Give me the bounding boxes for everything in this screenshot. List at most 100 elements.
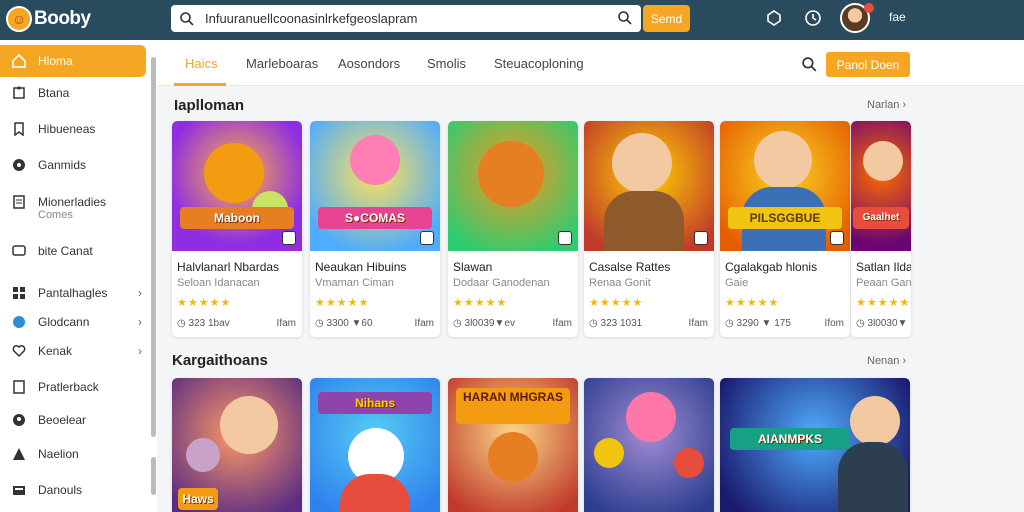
game-subtitle: Peaan Gan [856, 277, 911, 289]
game-card[interactable]: Maboon Halvlanarl Nbardas Seloan Idanaca… [172, 121, 302, 337]
game-card[interactable] [584, 378, 714, 512]
sidebar-item-hibueneas[interactable]: Hibueneas [0, 122, 146, 136]
game-thumbnail [584, 378, 714, 512]
game-subtitle: Gaie [725, 277, 749, 289]
character-illustration [626, 392, 676, 442]
game-thumbnail: Gaalhet [851, 121, 911, 251]
sidebar-item-home[interactable]: Hloma [0, 45, 146, 77]
active-tab-indicator [174, 83, 226, 86]
sidebar-scrollbar-thumb[interactable] [151, 57, 156, 437]
game-thumbnail [448, 121, 578, 251]
game-banner-text: HARAN MHGRAS [456, 388, 570, 424]
sidebar-item-label: Naelion [38, 447, 79, 461]
sidebar-item-label: bite Canat [38, 244, 93, 258]
character-illustration [204, 143, 264, 203]
chevron-right-icon: › [138, 344, 142, 358]
sidebar-item-label: Pantalhagles [38, 286, 108, 300]
game-action-link[interactable]: Ifam [689, 318, 708, 329]
character-body [838, 442, 908, 512]
sidebar-item-main-label: Mionerladies [38, 195, 107, 209]
game-stats: ◷ 3290 ▼ 175 [725, 318, 791, 329]
search-bar [171, 5, 641, 32]
character-body [340, 474, 410, 512]
game-subtitle: Vmaman Ciman [315, 277, 394, 289]
sidebar-item-label: Hloma [38, 54, 73, 68]
rating-stars: ★★★★★ [725, 297, 780, 309]
game-card[interactable]: Gaalhet Satlan Ilda Peaan Gan ★★★★★ ◷ 3l… [851, 121, 911, 337]
search-submit-icon[interactable] [617, 10, 633, 26]
game-banner-text: Maboon [180, 207, 294, 229]
sidebar-item-pratlerback[interactable]: Pratlerback [0, 380, 146, 394]
game-stats: ◷ 3l0039▼ev [453, 318, 515, 329]
app-logo[interactable]: ☺ Booby [6, 6, 91, 32]
game-card[interactable]: Nihans [310, 378, 440, 512]
logo-mark-icon: ☺ [6, 6, 32, 32]
bookmark-icon [14, 122, 24, 136]
section-more-link[interactable]: Narlan › [867, 99, 906, 111]
game-title: Neaukan Hibuins [315, 260, 407, 274]
puzzle-icon [13, 86, 25, 99]
heart-icon [12, 345, 26, 358]
sidebar-item-kenak[interactable]: Kenak › [0, 344, 146, 358]
character-illustration [220, 396, 278, 454]
tab-marleboaras[interactable]: Marleboaras [246, 56, 318, 71]
globe-icon [13, 316, 25, 328]
tab-steuacoploning[interactable]: Steuacoploning [494, 56, 584, 71]
character-illustration [863, 141, 903, 181]
game-banner-text: Nihans [318, 392, 432, 414]
game-action-link[interactable]: Ifam [277, 318, 296, 329]
avatar-badge [864, 3, 874, 13]
character-illustration [478, 141, 544, 207]
game-thumbnail: S●COMAS [310, 121, 440, 251]
sidebar-item-pantalhagles[interactable]: Pantalhagles › [0, 286, 146, 300]
clock-icon[interactable] [803, 8, 823, 28]
search-send-button[interactable]: Semd [643, 5, 690, 32]
game-card[interactable]: S●COMAS Neaukan Hibuins Vmaman Ciman ★★★… [310, 121, 440, 337]
game-card[interactable]: HARAN MHGRAS [448, 378, 578, 512]
game-thumbnail: PILSGGBUE [720, 121, 850, 251]
game-icon [13, 159, 25, 171]
game-card[interactable]: Haws [172, 378, 302, 512]
grid-icon [13, 287, 25, 299]
triangle-icon [13, 448, 25, 460]
sidebar-item-ganmids[interactable]: Ganmids [0, 158, 146, 172]
sidebar-item-btana[interactable]: Btana [0, 86, 146, 100]
rating-stars: ★★★★★ [453, 297, 508, 309]
tab-haics[interactable]: Haics [185, 56, 218, 71]
game-title: Slawan [453, 260, 493, 274]
sidebar-scrollbar-thumb-lower[interactable] [151, 457, 156, 495]
game-subtitle: Dodaar Ganodenan [453, 277, 550, 289]
tab-smolis[interactable]: Smolis [427, 56, 466, 71]
game-thumbnail [584, 121, 714, 251]
game-card[interactable]: AIANMPKS [720, 378, 910, 512]
character-illustration [594, 438, 624, 468]
game-action-link[interactable]: Ifam [553, 318, 572, 329]
sidebar-item-sub-label: Comes [38, 209, 73, 221]
game-card[interactable]: PILSGGBUE Cgalakgab hlonis Gaie ★★★★★ ◷ … [720, 121, 850, 337]
sidebar-item-naelion[interactable]: Naelion [0, 447, 146, 461]
top-more-menu[interactable]: fae [889, 10, 906, 24]
game-card[interactable]: Casalse Rattes Renaa Gonit ★★★★★ ◷ 323 1… [584, 121, 714, 337]
game-thumbnail: HARAN MHGRAS [448, 378, 578, 512]
rating-stars: ★★★★★ [177, 297, 232, 309]
game-thumbnail: Haws [172, 378, 302, 512]
game-subtitle: Seloan Idanacan [177, 277, 260, 289]
section-title: Iaplloman [174, 97, 245, 114]
sidebar-item-beoelear[interactable]: Beoelear [0, 413, 146, 427]
sidebar-item-glodcann[interactable]: Glodcann › [0, 315, 146, 329]
notification-icon[interactable] [764, 8, 784, 28]
game-card[interactable]: Slawan Dodaar Ganodenan ★★★★★ ◷ 3l0039▼e… [448, 121, 578, 337]
section-more-link[interactable]: Nenan › [867, 355, 906, 367]
sidebar-item-bite-canat[interactable]: bite Canat [0, 244, 146, 258]
sidebar-item-danouls[interactable]: Danouls [0, 483, 146, 497]
tab-aosondors[interactable]: Aosondors [338, 56, 400, 71]
search-input[interactable] [205, 11, 615, 26]
sidebar-item-mionerladies[interactable]: Mionerladies Comes [0, 195, 146, 221]
game-action-link[interactable]: Ifom [825, 318, 844, 329]
document-icon [13, 380, 25, 394]
game-thumbnail: Maboon [172, 121, 302, 251]
search-icon[interactable] [801, 56, 818, 73]
sidebar-item-label: Btana [38, 86, 70, 100]
primary-action-button[interactable]: Panol Doen [826, 52, 910, 77]
game-action-link[interactable]: Ifam [415, 318, 434, 329]
